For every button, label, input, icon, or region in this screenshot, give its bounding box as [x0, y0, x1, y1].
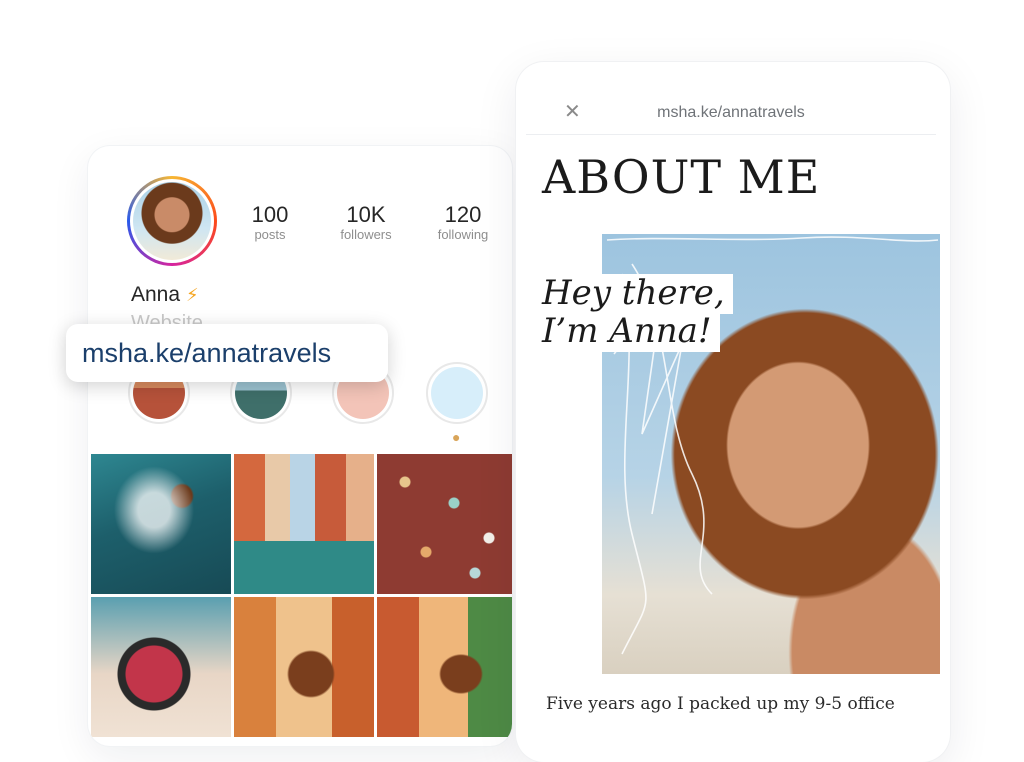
- greeting-line-1: Hey there,: [536, 274, 733, 314]
- bio-link-pill[interactable]: msha.ke/annatravels: [66, 324, 388, 382]
- stat-followers-label: followers: [340, 227, 392, 242]
- stat-followers[interactable]: 10K followers: [321, 203, 411, 243]
- stat-followers-value: 10K: [346, 202, 386, 227]
- page-title: ABOUT ME: [542, 150, 821, 204]
- profile-card: 100 posts 10K followers 120 following An…: [88, 146, 512, 746]
- grid-photo-cacti[interactable]: [377, 454, 512, 594]
- story-highlight-4[interactable]: [426, 362, 488, 424]
- stat-following-value: 120: [444, 202, 482, 227]
- stat-following-label: following: [437, 227, 489, 242]
- lightning-bolt-icon: ⚡: [186, 285, 199, 305]
- grid-photo-street-2[interactable]: [377, 597, 512, 737]
- grid-photo-street-1[interactable]: [234, 597, 374, 737]
- grid-photo-smoothie-bowl[interactable]: [91, 597, 231, 737]
- stat-following[interactable]: 120 following: [418, 203, 508, 243]
- grid-photo-canal[interactable]: [234, 454, 374, 594]
- stat-posts-label: posts: [254, 227, 286, 242]
- profile-name: Anna: [131, 283, 181, 306]
- profile-avatar[interactable]: [127, 176, 217, 266]
- browser-bar: ✕ msha.ke/annatravels: [526, 84, 936, 135]
- about-body-text: Five years ago I packed up my 9-5 office: [546, 694, 895, 714]
- avatar-photo: [133, 182, 211, 260]
- browser-url: msha.ke/annatravels: [657, 104, 805, 121]
- grid-photo-swimming[interactable]: [91, 454, 231, 594]
- photo-grid: [91, 454, 512, 737]
- palette-icon: ●: [452, 429, 461, 445]
- about-page-card: ✕ msha.ke/annatravels ABOUT ME Hey there…: [516, 62, 950, 762]
- greeting-line-2: I’m Anna!: [536, 312, 720, 352]
- stat-posts[interactable]: 100 posts: [225, 203, 315, 243]
- stat-posts-value: 100: [251, 202, 289, 227]
- profile-name-row: Anna ⚡: [131, 283, 199, 307]
